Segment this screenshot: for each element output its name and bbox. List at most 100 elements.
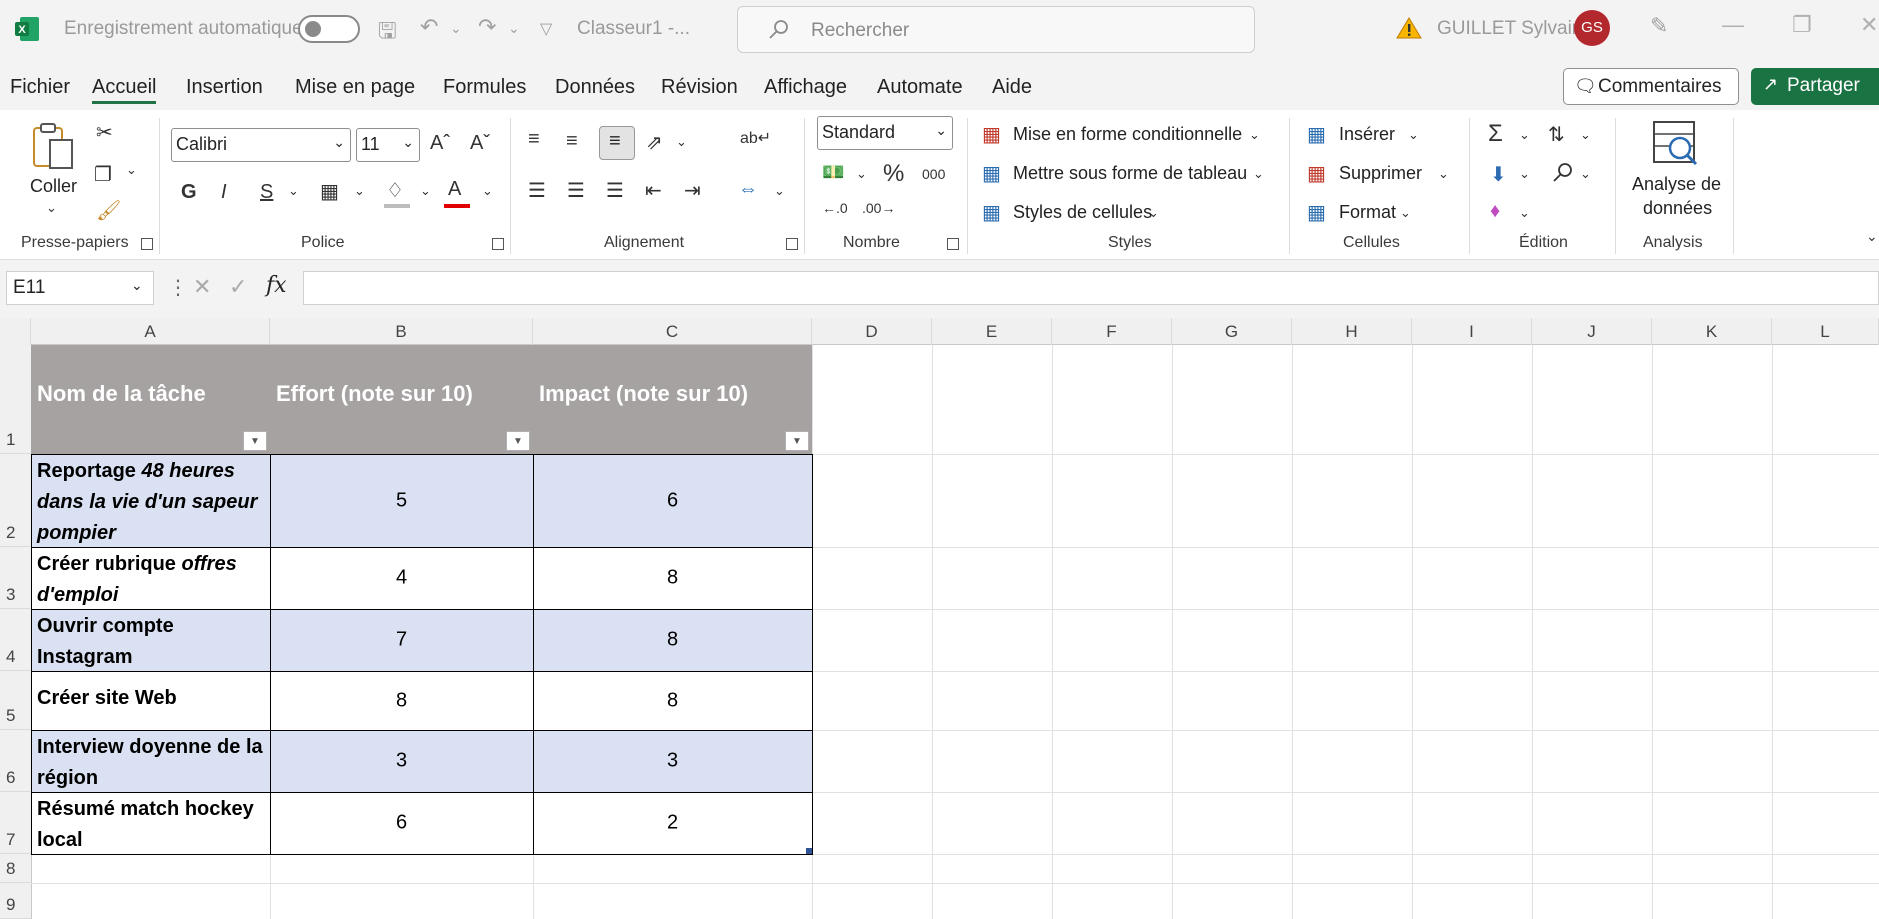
row-header-2[interactable]: 2 xyxy=(0,454,31,547)
analyze-data-label-1[interactable]: Analyse de xyxy=(1632,174,1721,195)
tab-donnees[interactable]: Données xyxy=(555,76,635,99)
table-cell-name[interactable]: Ouvrir compte Instagram xyxy=(31,609,270,671)
sort-filter-icon[interactable]: ⇅ xyxy=(1548,122,1565,147)
table-cell-impact[interactable]: 2 xyxy=(533,792,812,854)
analyze-data-label-2[interactable]: données xyxy=(1643,198,1712,219)
format-as-table-icon[interactable]: ▦ xyxy=(982,161,1001,186)
decrease-font-icon[interactable]: Aˇ xyxy=(470,132,490,155)
column-header-g[interactable]: G xyxy=(1172,318,1292,345)
minimize-icon[interactable]: — xyxy=(1722,12,1744,38)
orientation-dropdown-icon[interactable]: ⌄ xyxy=(676,134,687,150)
restore-icon[interactable]: ❐ xyxy=(1792,12,1812,38)
chevron-down-icon[interactable]: ⌄ xyxy=(1253,166,1264,182)
autosum-dropdown-icon[interactable]: ⌄ xyxy=(1519,127,1530,143)
chevron-down-icon[interactable]: ⌄ xyxy=(1249,127,1260,143)
table-cell-effort[interactable]: 5 xyxy=(270,454,533,547)
confirm-entry-icon[interactable]: ✓ xyxy=(229,274,247,300)
row-header-8[interactable]: 8 xyxy=(0,854,31,883)
table-header-effort[interactable]: Effort (note sur 10) ▼ xyxy=(270,345,533,454)
decrease-decimal-icon[interactable]: .00→ xyxy=(862,200,895,216)
align-bottom-button[interactable]: ≡ xyxy=(599,126,635,160)
table-cell-impact[interactable]: 8 xyxy=(533,609,812,671)
column-header-e[interactable]: E xyxy=(932,318,1052,345)
find-dropdown-icon[interactable]: ⌄ xyxy=(1580,166,1591,182)
search-box[interactable]: Rechercher xyxy=(737,6,1255,53)
delete-cells-button[interactable]: Supprimer xyxy=(1339,163,1422,184)
table-header-impact[interactable]: Impact (note sur 10) ▼ xyxy=(533,345,812,454)
align-middle-icon[interactable]: ≡ xyxy=(566,130,578,153)
redo-dropdown-icon[interactable]: ⌄ xyxy=(508,20,520,37)
row-header-9[interactable]: 9 xyxy=(0,883,31,919)
save-icon[interactable]: 🖫 xyxy=(378,14,397,52)
autosave-toggle[interactable] xyxy=(298,15,360,43)
chevron-down-icon[interactable]: ⌄ xyxy=(1400,205,1411,221)
avatar[interactable]: GS xyxy=(1574,10,1610,46)
table-cell-effort[interactable]: 3 xyxy=(270,730,533,792)
row-header-5[interactable]: 5 xyxy=(0,671,31,730)
column-header-l[interactable]: L xyxy=(1772,318,1879,345)
table-cell-effort[interactable]: 7 xyxy=(270,609,533,671)
table-cell-impact[interactable]: 6 xyxy=(533,454,812,547)
comments-button[interactable]: 🗨 Commentaires xyxy=(1563,68,1739,105)
fill-color-icon[interactable]: ♢ xyxy=(386,178,404,203)
tab-affichage[interactable]: Affichage xyxy=(764,76,847,99)
align-center-icon[interactable]: ☰ xyxy=(567,178,585,203)
tab-insertion[interactable]: Insertion xyxy=(186,76,263,99)
tab-accueil[interactable]: Accueil xyxy=(92,76,157,104)
format-cells-icon[interactable]: ▦ xyxy=(1307,200,1326,225)
chevron-down-icon[interactable]: ⌄ xyxy=(1148,205,1159,221)
table-cell-name[interactable]: Reportage 48 heures dans la vie d'un sap… xyxy=(31,454,270,547)
tab-fichier[interactable]: Fichier xyxy=(10,76,70,99)
find-icon[interactable] xyxy=(1552,162,1574,189)
cut-icon[interactable]: ✂ xyxy=(96,120,113,145)
thousands-button[interactable]: 000 xyxy=(922,166,945,182)
clear-dropdown-icon[interactable]: ⌄ xyxy=(1519,205,1530,221)
align-left-icon[interactable]: ☰ xyxy=(528,178,546,203)
tab-revision[interactable]: Révision xyxy=(661,76,738,99)
decrease-indent-icon[interactable]: ⇤ xyxy=(645,178,662,203)
more-options-icon[interactable]: ⋮ xyxy=(168,275,188,300)
font-color-icon[interactable]: A xyxy=(448,178,461,201)
column-header-f[interactable]: F xyxy=(1052,318,1172,345)
table-cell-impact[interactable]: 8 xyxy=(533,671,812,730)
table-cell-name[interactable]: Résumé match hockey local xyxy=(31,792,270,854)
format-painter-icon[interactable]: 🖌 xyxy=(96,198,121,223)
table-cell-impact[interactable]: 3 xyxy=(533,730,812,792)
currency-dropdown-icon[interactable]: ⌄ xyxy=(856,166,867,182)
insert-cells-icon[interactable]: ▦ xyxy=(1307,122,1326,147)
bold-button[interactable]: G xyxy=(181,181,197,204)
font-name-select[interactable]: Calibri ⌄ xyxy=(171,128,351,162)
customize-toolbar-icon[interactable]: ▽ xyxy=(540,19,552,39)
filter-dropdown-icon[interactable]: ▼ xyxy=(506,431,530,451)
borders-icon[interactable]: ▦ xyxy=(320,179,339,204)
conditional-format-icon[interactable]: ▦ xyxy=(982,122,1001,147)
tab-aide[interactable]: Aide xyxy=(992,76,1032,99)
cancel-entry-icon[interactable]: ✕ xyxy=(193,274,211,300)
font-size-select[interactable]: 11 ⌄ xyxy=(356,128,420,162)
cell-styles-button[interactable]: Styles de cellules xyxy=(1013,202,1152,223)
insert-function-icon[interactable]: fx xyxy=(266,273,287,298)
chevron-down-icon[interactable]: ⌄ xyxy=(1438,166,1449,182)
table-cell-effort[interactable]: 4 xyxy=(270,547,533,609)
increase-decimal-icon[interactable]: ←.0 xyxy=(822,200,848,216)
analyze-data-icon[interactable] xyxy=(1652,120,1700,173)
column-header-i[interactable]: I xyxy=(1412,318,1532,345)
undo-dropdown-icon[interactable]: ⌄ xyxy=(450,20,462,37)
font-color-dropdown-icon[interactable]: ⌄ xyxy=(482,183,493,199)
cell-styles-icon[interactable]: ▦ xyxy=(982,200,1001,225)
paste-icon[interactable] xyxy=(30,122,76,177)
format-as-table-button[interactable]: Mettre sous forme de tableau xyxy=(1013,163,1247,184)
fill-icon[interactable]: ⬇ xyxy=(1490,162,1507,187)
pen-icon[interactable]: ✎ xyxy=(1650,13,1668,39)
merge-center-icon[interactable]: ⇔ xyxy=(738,178,758,201)
align-right-icon[interactable]: ☰ xyxy=(606,178,624,203)
table-resize-handle[interactable] xyxy=(806,848,812,854)
number-launcher-icon[interactable] xyxy=(947,238,959,250)
delete-cells-icon[interactable]: ▦ xyxy=(1307,161,1326,186)
tab-automate[interactable]: Automate xyxy=(877,76,963,99)
row-header-6[interactable]: 6 xyxy=(0,730,31,792)
tab-formules[interactable]: Formules xyxy=(443,76,526,99)
underline-button[interactable]: S xyxy=(260,181,273,204)
font-launcher-icon[interactable] xyxy=(492,238,504,250)
row-header-1[interactable]: 1 xyxy=(0,345,31,454)
